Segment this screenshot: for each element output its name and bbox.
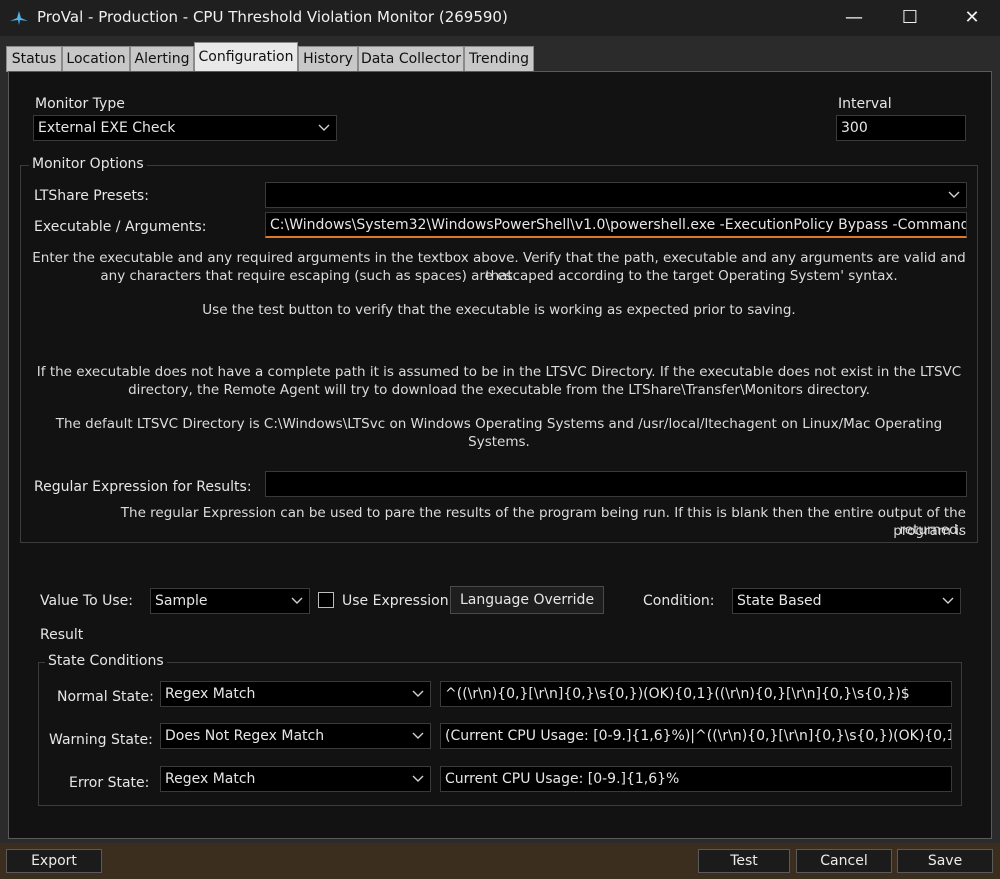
app-logo-icon [9, 10, 29, 26]
exe-args-label: Executable / Arguments: [34, 219, 207, 235]
condition-label: Condition: [643, 593, 715, 609]
normal-state-select[interactable]: Regex Match [160, 681, 431, 707]
test-button[interactable]: Test [698, 849, 790, 873]
tab-history[interactable]: History [298, 46, 358, 72]
result-label: Result [40, 627, 84, 643]
minimize-icon[interactable]: — [826, 0, 882, 36]
warning-state-label: Warning State: [49, 732, 153, 748]
chevron-down-icon [948, 183, 960, 207]
info-text-5: directory, the Remote Agent will try to … [128, 382, 870, 398]
chevron-down-icon [412, 724, 424, 748]
value-to-use-value: Sample [155, 593, 208, 609]
error-state-expression-input[interactable]: Current CPU Usage: [0-9.]{1,6}% [440, 766, 952, 792]
warning-state-select[interactable]: Does Not Regex Match [160, 723, 431, 749]
info-text-2: any characters that require escaping (su… [100, 268, 898, 284]
info-text-6: The default LTSVC Directory is C:\Window… [55, 416, 943, 450]
error-state-label: Error State: [69, 775, 150, 791]
tab-configuration[interactable]: Configuration [194, 42, 298, 72]
tab-status[interactable]: Status [6, 46, 62, 72]
window-title: ProVal - Production - CPU Threshold Viol… [37, 8, 508, 26]
chevron-down-icon [291, 589, 303, 613]
monitor-type-label: Monitor Type [35, 96, 125, 112]
error-state-select[interactable]: Regex Match [160, 766, 431, 792]
save-button[interactable]: Save [897, 849, 993, 873]
cancel-button[interactable]: Cancel [796, 849, 892, 873]
normal-state-match-value: Regex Match [165, 686, 256, 702]
value-to-use-label: Value To Use: [40, 593, 133, 609]
condition-value: State Based [737, 593, 822, 609]
export-button[interactable]: Export [6, 849, 102, 873]
maximize-icon[interactable]: ☐ [882, 0, 938, 36]
tab-trending[interactable]: Trending [464, 46, 534, 72]
ltshare-presets-select[interactable] [265, 182, 967, 208]
chevron-down-icon [412, 767, 424, 791]
use-expression-label: Use Expression [342, 593, 449, 609]
monitor-type-value: External EXE Check [38, 120, 176, 136]
condition-select[interactable]: State Based [732, 588, 961, 614]
tab-alerting[interactable]: Alerting [130, 46, 194, 72]
close-icon[interactable]: ✕ [944, 0, 1000, 36]
warning-state-match-value: Does Not Regex Match [165, 728, 325, 744]
chevron-down-icon [942, 589, 954, 613]
warning-state-expression-input[interactable]: (Current CPU Usage: [0-9.]{1,6}%)|^((\r\… [440, 723, 952, 749]
interval-label: Interval [838, 96, 892, 112]
monitor-type-select[interactable]: External EXE Check [33, 115, 337, 141]
regex-input[interactable] [265, 471, 967, 497]
exe-args-input[interactable]: C:\Windows\System32\WindowsPowerShell\v1… [265, 212, 967, 238]
monitor-options-title: Monitor Options [29, 156, 147, 172]
info-text-3: Use the test button to verify that the e… [202, 302, 796, 318]
state-conditions-title: State Conditions [45, 653, 167, 669]
tab-data-collector[interactable]: Data Collector [358, 46, 464, 72]
interval-input[interactable]: 300 [836, 115, 966, 141]
ltshare-presets-label: LTShare Presets: [34, 188, 149, 204]
regex-info-text-2: returned. [899, 522, 962, 534]
normal-state-label: Normal State: [57, 689, 154, 705]
language-override-button[interactable]: Language Override [450, 586, 604, 614]
use-expression-checkbox[interactable] [318, 592, 334, 608]
normal-state-expression-input[interactable]: ^((\r\n){0,}[\r\n]{0,}\s{0,})(OK){0,1}((… [440, 681, 952, 707]
chevron-down-icon [412, 682, 424, 706]
value-to-use-select[interactable]: Sample [150, 588, 310, 614]
info-text-4: If the executable does not have a comple… [36, 364, 962, 380]
chevron-down-icon [318, 116, 330, 140]
error-state-match-value: Regex Match [165, 771, 256, 787]
regex-label: Regular Expression for Results: [34, 479, 252, 495]
tab-location[interactable]: Location [62, 46, 130, 72]
